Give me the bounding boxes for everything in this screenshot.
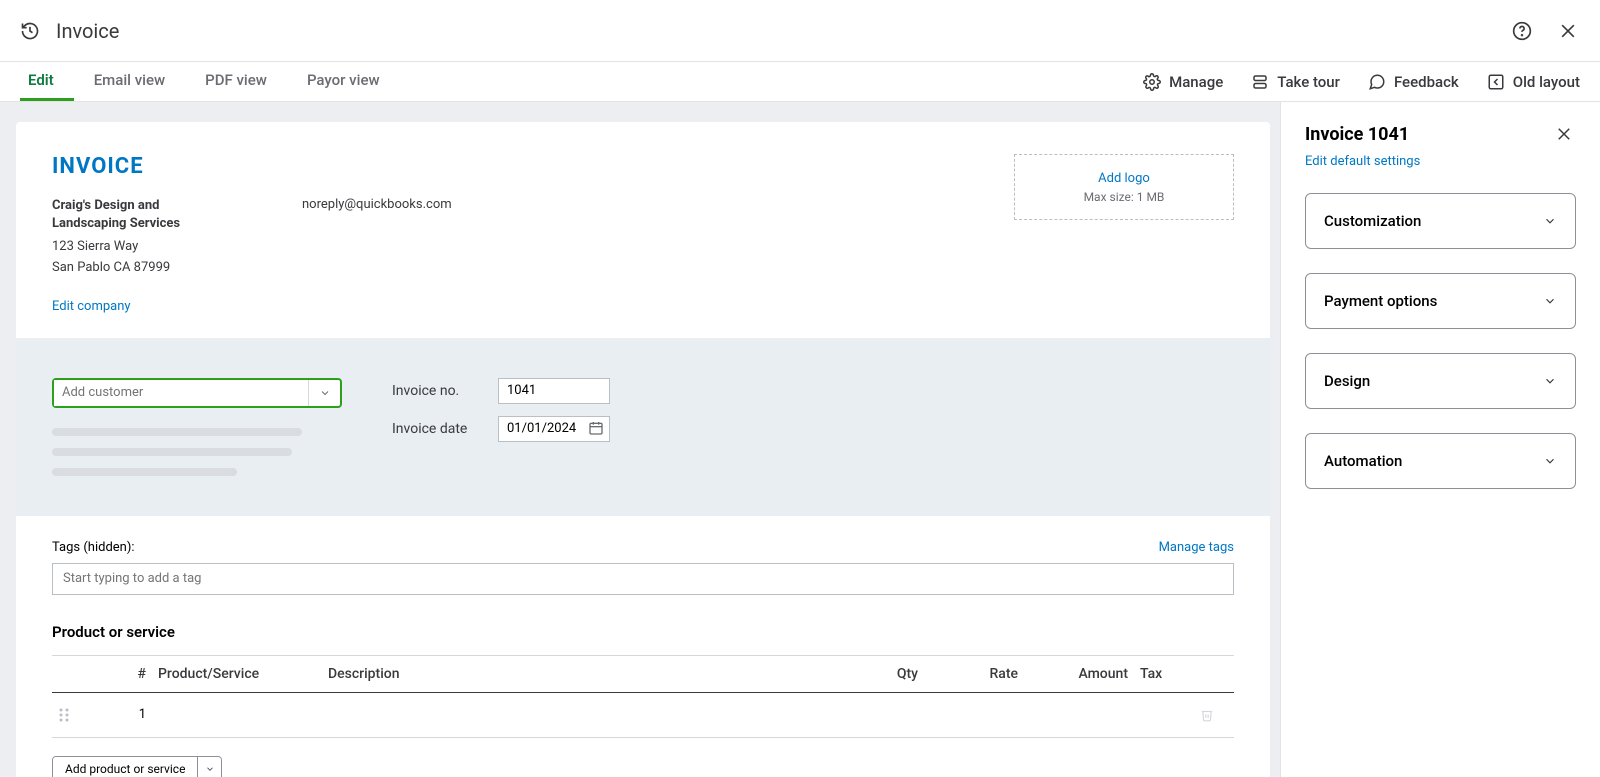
tabs-bar: Edit Email view PDF view Payor view Mana…	[0, 62, 1600, 102]
chevron-down-icon	[1543, 454, 1557, 468]
logo-size-hint: Max size: 1 MB	[1084, 190, 1165, 204]
customer-dropdown[interactable]	[52, 378, 342, 408]
feedback-button[interactable]: Feedback	[1368, 73, 1459, 91]
col-amount: Amount	[1024, 655, 1134, 692]
gear-icon	[1143, 73, 1161, 91]
chevron-down-icon[interactable]	[308, 380, 340, 406]
product-heading: Product or service	[52, 623, 1234, 641]
history-icon[interactable]	[20, 21, 40, 41]
tags-label: Tags (hidden):	[52, 540, 135, 555]
manage-label: Manage	[1169, 73, 1223, 91]
invoice-no-input[interactable]	[498, 378, 610, 404]
top-header: Invoice	[0, 0, 1600, 62]
manage-tags-link[interactable]: Manage tags	[1159, 540, 1234, 555]
old-layout-button[interactable]: Old layout	[1487, 73, 1580, 91]
chevron-down-icon	[1543, 214, 1557, 228]
product-section: Product or service # Product/Service Des…	[52, 623, 1234, 777]
invoice-paper: INVOICE Craig's Design and Landscaping S…	[16, 122, 1270, 777]
invoice-date-label: Invoice date	[392, 421, 482, 437]
company-name: Craig's Design and Landscaping Services	[52, 197, 222, 233]
customer-section: Invoice no. Invoice date	[16, 338, 1270, 516]
line-items-table: # Product/Service Description Qty Rate A…	[52, 655, 1234, 738]
side-panel-close-icon[interactable]	[1552, 122, 1576, 146]
feedback-icon	[1368, 73, 1386, 91]
accordion-label: Design	[1324, 372, 1370, 390]
chevron-down-icon	[1543, 294, 1557, 308]
accordion-payment-options[interactable]: Payment options	[1305, 273, 1576, 329]
take-tour-label: Take tour	[1277, 73, 1340, 91]
invoice-heading: INVOICE	[52, 154, 452, 179]
tab-pdf-view[interactable]: PDF view	[185, 62, 287, 101]
col-rate: Rate	[924, 655, 1024, 692]
tab-email-view[interactable]: Email view	[74, 62, 185, 101]
edit-company-link[interactable]: Edit company	[52, 299, 131, 314]
close-icon[interactable]	[1556, 19, 1580, 43]
main-area: INVOICE Craig's Design and Landscaping S…	[0, 102, 1600, 777]
manage-button[interactable]: Manage	[1143, 73, 1223, 91]
row-number: 1	[92, 692, 152, 737]
invoice-date-input[interactable]	[498, 416, 610, 442]
chevron-down-icon	[1543, 374, 1557, 388]
customer-input[interactable]	[54, 380, 308, 406]
side-panel: Invoice 1041 Edit default settings Custo…	[1280, 102, 1600, 777]
layout-icon	[1487, 73, 1505, 91]
tab-payor-view[interactable]: Payor view	[287, 62, 400, 101]
tags-section: Tags (hidden): Manage tags	[52, 540, 1234, 595]
accordion-label: Automation	[1324, 452, 1402, 470]
add-product-button-group: Add product or service	[52, 756, 222, 777]
accordion-label: Payment options	[1324, 292, 1437, 310]
help-icon[interactable]	[1510, 19, 1534, 43]
delete-row-icon[interactable]	[1194, 692, 1234, 737]
company-address-line2: San Pablo CA 87999	[52, 258, 222, 279]
company-address-line1: 123 Sierra Way	[52, 237, 222, 258]
col-num: #	[92, 655, 152, 692]
feedback-label: Feedback	[1394, 73, 1459, 91]
logo-upload-box[interactable]: Add logo Max size: 1 MB	[1014, 154, 1234, 220]
accordion-design[interactable]: Design	[1305, 353, 1576, 409]
old-layout-label: Old layout	[1513, 73, 1580, 91]
accordion-label: Customization	[1324, 212, 1421, 230]
col-desc: Description	[322, 655, 844, 692]
add-product-button[interactable]: Add product or service	[53, 757, 197, 777]
col-item: Product/Service	[152, 655, 322, 692]
add-logo-link[interactable]: Add logo	[1098, 171, 1150, 186]
col-tax: Tax	[1134, 655, 1194, 692]
tags-input[interactable]	[52, 563, 1234, 595]
col-qty: Qty	[844, 655, 924, 692]
take-tour-button[interactable]: Take tour	[1251, 73, 1340, 91]
side-panel-title: Invoice 1041	[1305, 124, 1409, 145]
drag-handle-icon[interactable]	[52, 692, 92, 737]
line-item-row[interactable]: 1	[52, 692, 1234, 737]
accordion-customization[interactable]: Customization	[1305, 193, 1576, 249]
add-product-dropdown[interactable]	[197, 757, 221, 777]
customer-placeholder-skeleton	[52, 428, 342, 476]
invoice-no-label: Invoice no.	[392, 383, 482, 399]
tab-edit[interactable]: Edit	[20, 62, 74, 101]
accordion-automation[interactable]: Automation	[1305, 433, 1576, 489]
editor-scroll[interactable]: INVOICE Craig's Design and Landscaping S…	[0, 102, 1280, 777]
company-email: noreply@quickbooks.com	[302, 197, 452, 279]
page-title: Invoice	[56, 19, 119, 43]
edit-default-settings-link[interactable]: Edit default settings	[1305, 154, 1576, 169]
tour-icon	[1251, 73, 1269, 91]
